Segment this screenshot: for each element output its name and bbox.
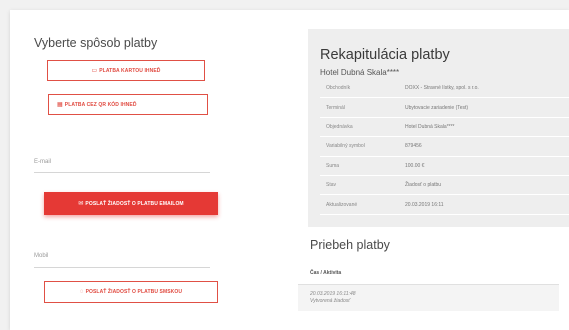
table-row: Terminál Ubytovacie zariadenie (Test) (320, 97, 569, 118)
payment-summary-title: Rekapitulácia platby (320, 47, 450, 63)
pay-by-card-button[interactable]: ▭ PLATBA KARTOU IHNEĎ (47, 60, 205, 81)
history-column-label: Čas / Aktivita (310, 270, 342, 276)
summary-value: 20.03.2019 16:11 (405, 194, 569, 215)
summary-key: Obchodník (320, 79, 405, 99)
table-row: Objednávka Hotel Dubná Skala**** (320, 117, 569, 138)
summary-value: Hotel Dubná Skala**** (405, 117, 569, 138)
summary-key: Objednávka (320, 117, 405, 138)
table-row: Aktualizované 20.03.2019 16:11 (320, 194, 569, 215)
credit-card-icon: ▭ (91, 67, 98, 74)
envelope-icon: ✉ (78, 200, 84, 207)
summary-key: Suma (320, 156, 405, 176)
email-field-label: E-mail (34, 159, 52, 165)
table-row: Stav Žiadosť o platbu (320, 175, 569, 196)
summary-key: Aktualizované (320, 194, 405, 215)
pay-by-qr-button[interactable]: ▦ PLATBA CEZ QR KÓD IHNEĎ (48, 94, 208, 115)
payment-history-title: Priebeh platby (310, 238, 390, 252)
summary-value: Ubytovacie zariadenie (Test) (405, 97, 569, 118)
send-sms-request-button[interactable]: ◌ POSLAŤ ŽIADOSŤ O PLATBU SMSKOU (44, 281, 218, 303)
pay-by-qr-label: PLATBA CEZ QR KÓD IHNEĎ (64, 101, 137, 108)
send-email-request-button[interactable]: ✉ POSLAŤ ŽIADOSŤ O PLATBU EMAILOM (44, 192, 218, 215)
history-activity: Vytvorená žiadosť (310, 298, 351, 304)
table-row: Suma 100.00 € (320, 156, 569, 176)
mobile-field-label: Mobil (34, 253, 49, 259)
table-row: Obchodník DOXX - Stravné lístky, spol. s… (320, 79, 569, 99)
summary-value: 100.00 € (405, 156, 569, 176)
summary-key: Stav (320, 175, 405, 196)
summary-value: DOXX - Stravné lístky, spol. s r.o. (405, 79, 569, 99)
send-email-request-label: POSLAŤ ŽIADOSŤ O PLATBU EMAILOM (85, 200, 184, 207)
chat-bubble-icon: ◌ (79, 289, 84, 295)
send-sms-request-label: POSLAŤ ŽIADOSŤ O PLATBU SMSKOU (85, 289, 183, 295)
table-row: Variabilný symbol 879456 (320, 136, 569, 157)
summary-key: Terminál (320, 97, 405, 118)
payment-summary-panel: Rekapitulácia platby Hotel Dubná Skala**… (308, 29, 569, 227)
payment-summary-table: Obchodník DOXX - Stravné lístky, spol. s… (320, 79, 569, 215)
summary-value: 879456 (405, 136, 569, 157)
pay-by-card-label: PLATBA KARTOU IHNEĎ (99, 67, 161, 74)
list-item: 20.03.2019 16:11:48 Vytvorená žiadosť (298, 285, 559, 311)
payment-history-header: Čas / Aktivita (298, 262, 559, 285)
mobile-field[interactable] (34, 267, 210, 268)
history-time: 20.03.2019 16:11:48 (310, 291, 356, 297)
payment-method-title: Vyberte spôsob platby (34, 36, 158, 50)
email-field[interactable] (34, 172, 210, 173)
qr-code-icon: ▦ (57, 101, 63, 108)
summary-key: Variabilný symbol (320, 136, 405, 157)
payment-summary-subtitle: Hotel Dubná Skala**** (320, 68, 400, 77)
summary-value: Žiadosť o platbu (405, 175, 569, 196)
